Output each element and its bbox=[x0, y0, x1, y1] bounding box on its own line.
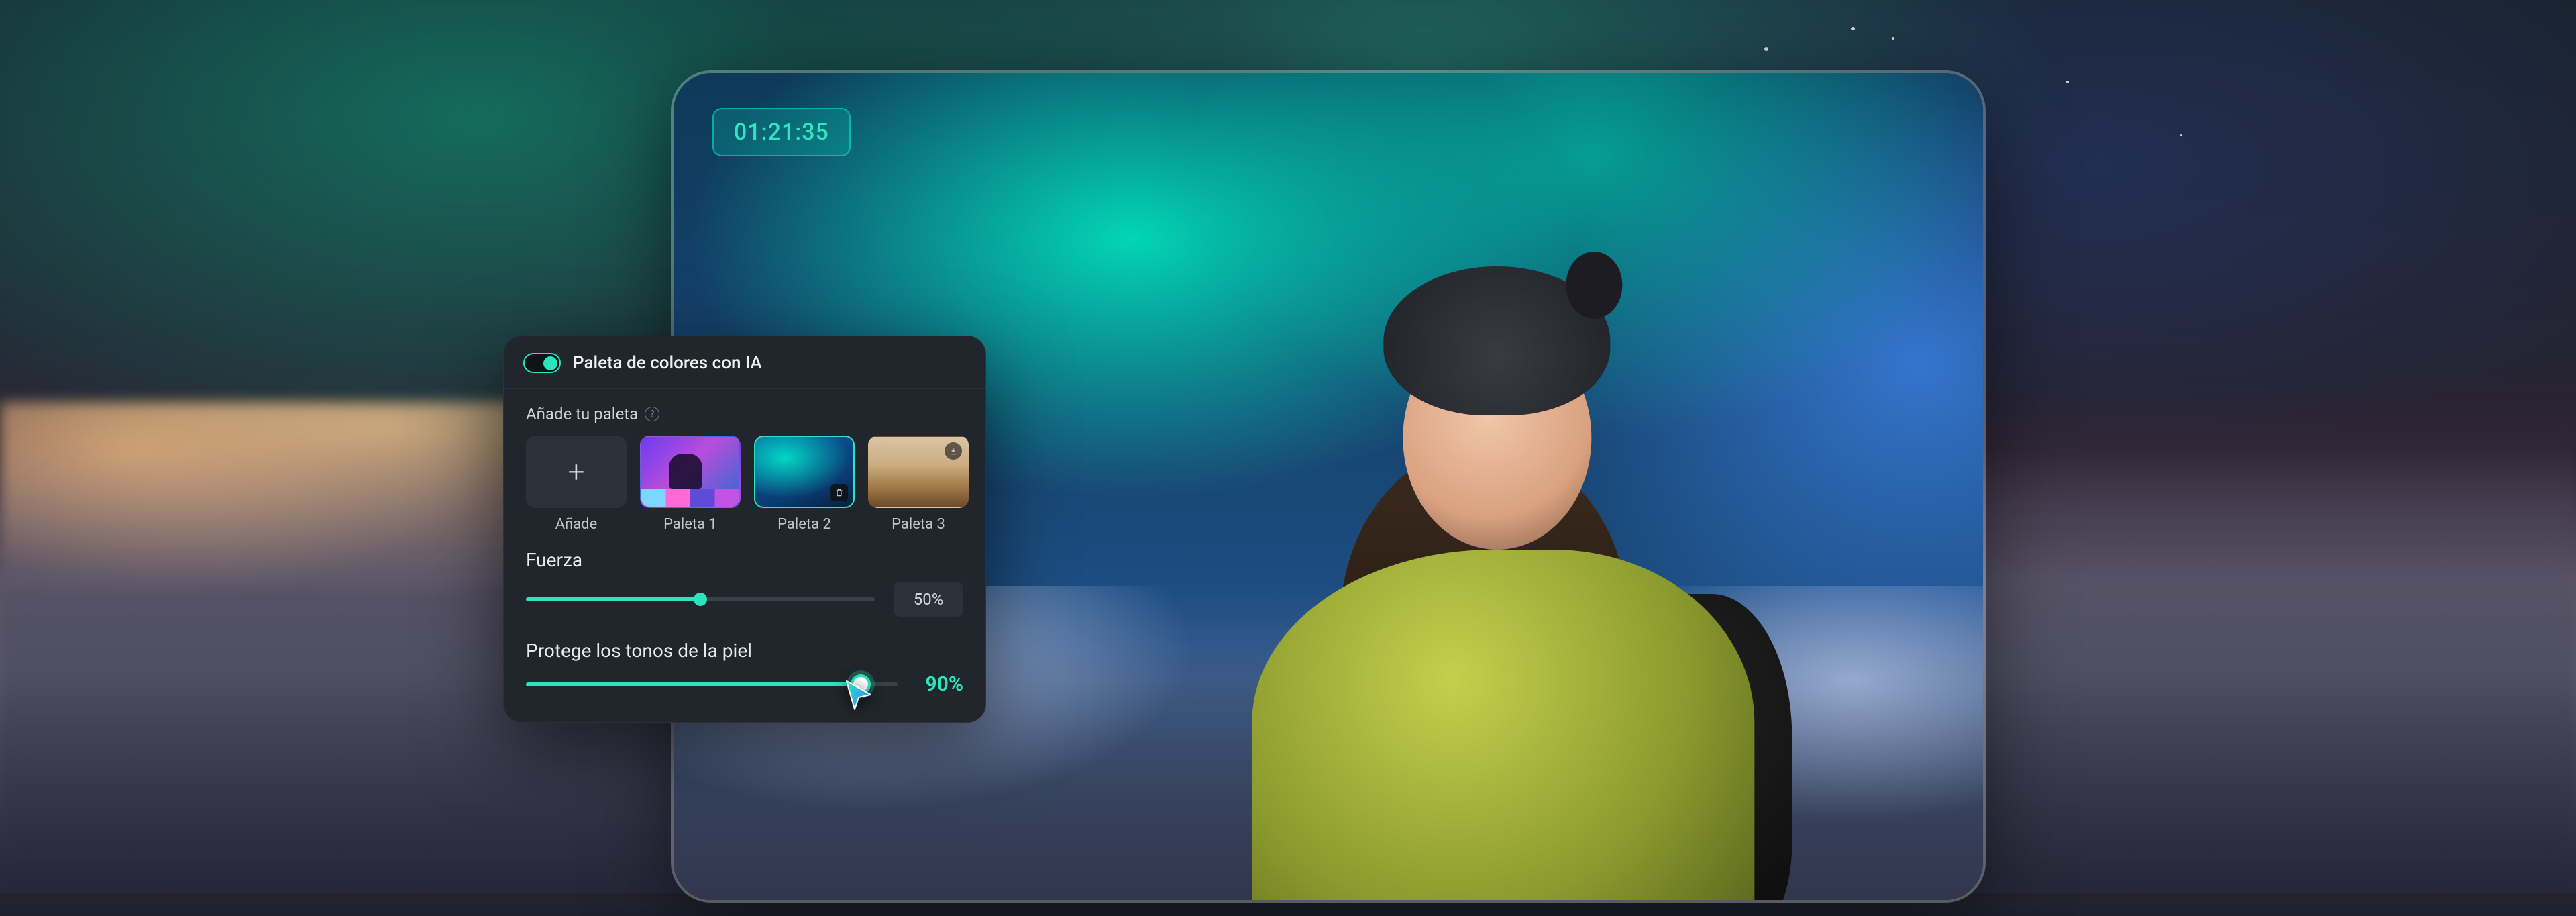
strength-section: Fuerza 50% bbox=[526, 549, 963, 617]
skin-protect-label: Protege los tonos de la piel bbox=[526, 640, 963, 662]
strength-slider[interactable] bbox=[526, 597, 875, 601]
palette-label-1: Paleta 1 bbox=[663, 516, 717, 533]
ai-color-palette-panel: Paleta de colores con IA Añade tu paleta… bbox=[503, 336, 986, 723]
skin-protect-slider-thumb[interactable] bbox=[851, 674, 871, 695]
skin-protect-slider-fill bbox=[526, 682, 861, 686]
delete-icon[interactable] bbox=[830, 484, 848, 501]
palette-item-3: Paleta 3 bbox=[868, 436, 969, 533]
palette-label-2: Paleta 2 bbox=[777, 516, 831, 533]
plus-icon: + bbox=[568, 454, 585, 489]
panel-title: Paleta de colores con IA bbox=[573, 353, 762, 373]
palette-label-3: Paleta 3 bbox=[892, 516, 945, 533]
palette-thumb-1[interactable] bbox=[640, 436, 741, 508]
palette-thumb-2[interactable] bbox=[754, 436, 855, 508]
panel-toggle[interactable] bbox=[523, 353, 561, 373]
skin-protect-value: 90% bbox=[916, 672, 963, 696]
timestamp-badge: 01:21:35 bbox=[712, 108, 851, 156]
palette-item-2: Paleta 2 bbox=[754, 436, 855, 533]
strength-slider-fill bbox=[526, 597, 700, 601]
strength-slider-thumb[interactable] bbox=[694, 593, 707, 606]
skin-protect-section: Protege los tonos de la piel 90% bbox=[526, 640, 963, 696]
strength-value: 50% bbox=[894, 582, 963, 617]
preview-subject-person bbox=[1189, 222, 1817, 903]
add-palette-label: Añade tu paleta bbox=[526, 405, 638, 423]
skin-protect-slider[interactable] bbox=[526, 682, 898, 686]
toggle-knob bbox=[543, 356, 557, 370]
help-icon[interactable]: ? bbox=[645, 407, 659, 421]
download-icon[interactable] bbox=[945, 442, 962, 460]
palette-row: + Añade Paleta 1 Paleta 2 bbox=[526, 436, 963, 533]
panel-header: Paleta de colores con IA bbox=[503, 336, 986, 389]
add-palette-label-row: Añade tu paleta ? bbox=[526, 405, 963, 423]
add-palette-caption: Añade bbox=[555, 516, 598, 533]
palette-add-item: + Añade bbox=[526, 436, 627, 533]
palette-item-1: Paleta 1 bbox=[640, 436, 741, 533]
add-palette-button[interactable]: + bbox=[526, 436, 627, 508]
strength-label: Fuerza bbox=[526, 549, 963, 571]
palette-thumb-3[interactable] bbox=[868, 436, 969, 508]
